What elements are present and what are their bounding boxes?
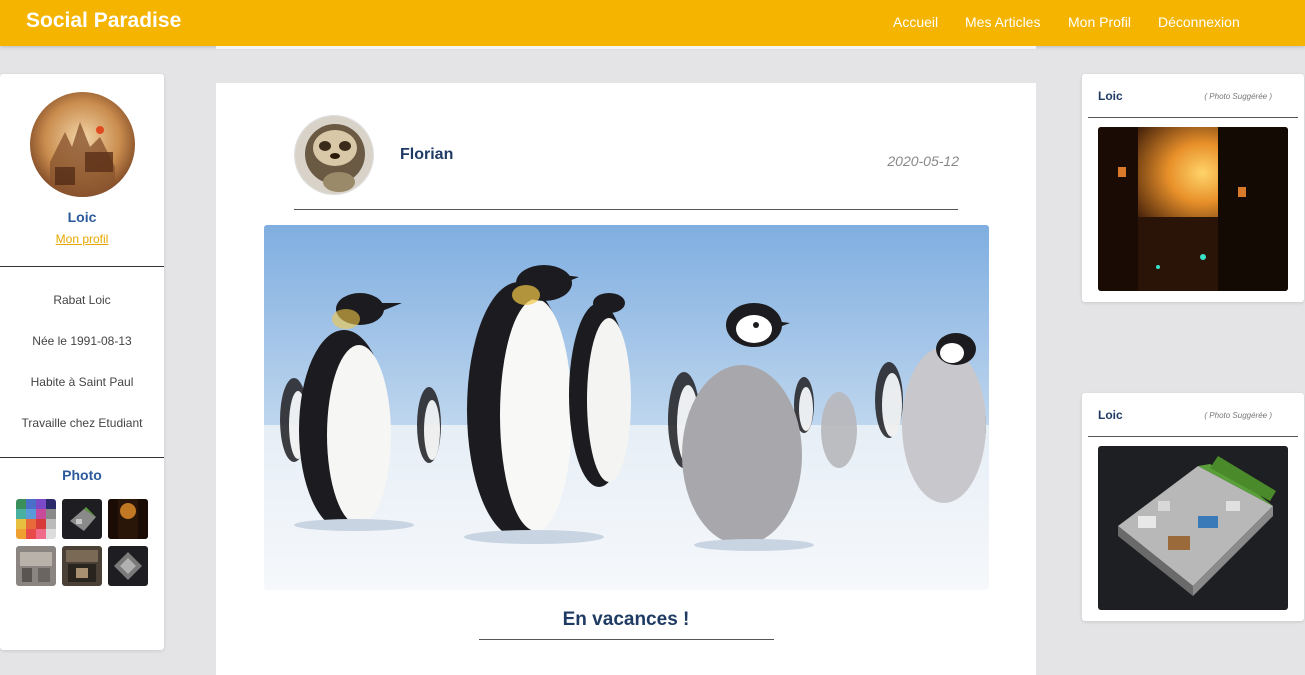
profile-divider xyxy=(0,266,164,267)
profile-username: Loic xyxy=(67,209,97,225)
nav-deconnexion[interactable]: Déconnexion xyxy=(1158,14,1240,30)
brand-logo[interactable]: Social Paradise xyxy=(26,9,181,33)
profile-card: Loic Mon profil Rabat Loic Née le 1991-0… xyxy=(0,74,164,650)
nav-mes-articles[interactable]: Mes Articles xyxy=(965,14,1040,30)
suggestion-card: Loic ( Photo Suggérée ) xyxy=(1082,74,1304,302)
my-profile-link[interactable]: Mon profil xyxy=(0,232,164,246)
header-divider xyxy=(216,46,1036,49)
suggestion-card: Loic ( Photo Suggérée ) xyxy=(1082,393,1304,621)
user-avatar[interactable] xyxy=(30,92,135,197)
nav-mon-profil[interactable]: Mon Profil xyxy=(1068,14,1131,30)
suggestion-label: ( Photo Suggérée ) xyxy=(1204,411,1272,420)
suggestion-author[interactable]: Loic xyxy=(1098,89,1123,103)
post-date: 2020-05-12 xyxy=(887,153,959,169)
suggestion-divider xyxy=(1088,117,1298,118)
nav-accueil[interactable]: Accueil xyxy=(893,14,938,30)
info-city: Habite à Saint Paul xyxy=(30,375,134,389)
photo-section-title: Photo xyxy=(62,467,102,483)
info-birthdate: Née le 1991-08-13 xyxy=(32,334,132,348)
post-author[interactable]: Florian xyxy=(400,146,453,164)
post-title: En vacances ! xyxy=(562,609,690,630)
photo-thumbnail[interactable] xyxy=(108,546,148,586)
photo-thumbnail[interactable] xyxy=(108,499,148,539)
suggestion-divider xyxy=(1088,436,1298,437)
post-card: Florian 2020-05-12 En vacances ! xyxy=(216,83,1036,675)
photo-thumbnail[interactable] xyxy=(62,499,102,539)
photo-divider xyxy=(0,457,164,458)
author-avatar[interactable] xyxy=(294,115,374,195)
post-title-underline xyxy=(479,639,774,640)
photo-thumbnail[interactable] xyxy=(16,499,56,539)
suggestion-label: ( Photo Suggérée ) xyxy=(1204,92,1272,101)
suggestion-author[interactable]: Loic xyxy=(1098,408,1123,422)
suggested-photo[interactable] xyxy=(1098,127,1288,291)
post-image[interactable] xyxy=(264,225,989,590)
info-name: Rabat Loic xyxy=(53,293,111,307)
post-header-divider xyxy=(294,209,958,210)
info-work: Travaille chez Etudiant xyxy=(21,416,143,430)
photo-thumbnail[interactable] xyxy=(62,546,102,586)
photo-thumbnail[interactable] xyxy=(16,546,56,586)
top-navbar: Social Paradise Accueil Mes Articles Mon… xyxy=(0,0,1305,46)
suggested-photo[interactable] xyxy=(1098,446,1288,610)
